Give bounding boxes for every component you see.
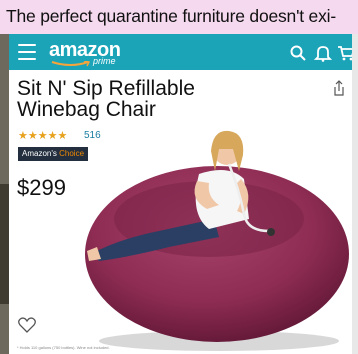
search-icon[interactable] [289, 44, 307, 62]
background-left [0, 34, 9, 354]
amazons-choice-badge: Amazon's Choice [18, 147, 89, 161]
product-footnote: * Holds 110 gallons (750 bottles). Wine … [17, 345, 110, 350]
notification-icon[interactable] [314, 44, 332, 62]
menu-icon[interactable] [18, 44, 36, 60]
logo-smile-icon [51, 61, 91, 67]
rating-stars[interactable]: ★★★★★ [18, 129, 67, 142]
background-right [352, 34, 358, 354]
cart-icon[interactable] [337, 44, 352, 62]
app-header: amazon prime [9, 34, 352, 70]
caption-text: The perfect quarantine furniture doesn't… [6, 6, 336, 26]
product-title: Sit N' Sip Refillable Winebag Chair [17, 77, 195, 121]
product-image[interactable] [79, 119, 352, 354]
meme-caption: The perfect quarantine furniture doesn't… [0, 0, 358, 34]
prime-label: prime [93, 56, 116, 66]
image-carousel-dots[interactable] [171, 349, 198, 354]
badge-prefix: Amazon's [22, 149, 57, 158]
wishlist-heart-icon[interactable] [18, 317, 36, 333]
tube-valve [267, 228, 275, 236]
product-price: $299 [17, 175, 66, 200]
share-icon[interactable] [332, 80, 346, 96]
phone-screen: amazon prime Sit N' Sip Refillable Wineb… [9, 34, 352, 354]
